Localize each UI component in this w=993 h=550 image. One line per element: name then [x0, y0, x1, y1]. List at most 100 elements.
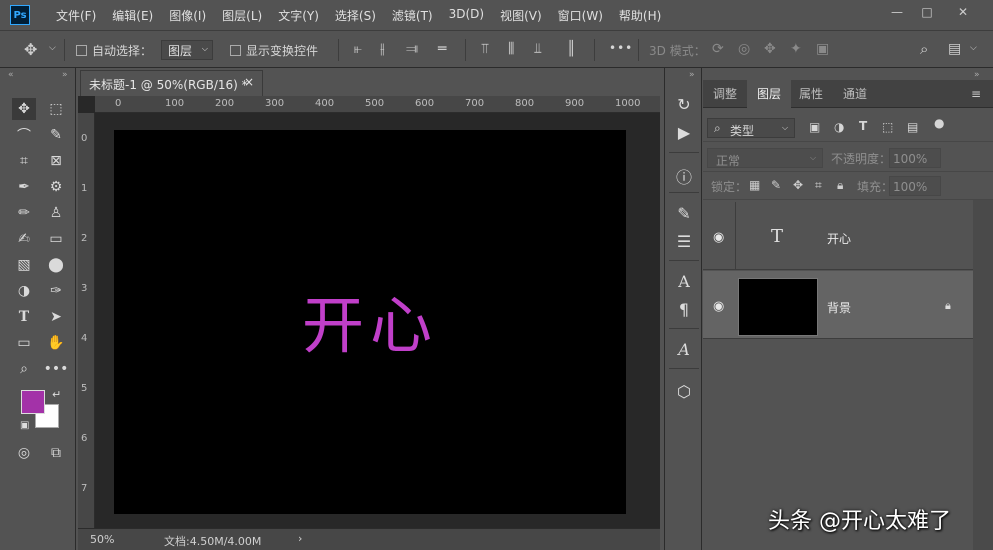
align-right-icon[interactable]: ⫥: [406, 42, 418, 56]
path-select-tool-icon[interactable]: ➤: [44, 306, 68, 328]
expand-icon[interactable]: »: [974, 70, 980, 80]
tab-properties[interactable]: 属性: [789, 80, 833, 108]
adjust-sliders-icon[interactable]: ☰: [665, 232, 703, 251]
menu-view[interactable]: 视图(V): [492, 7, 550, 24]
layer-name[interactable]: 背景: [827, 299, 851, 316]
distribute-vertical-icon[interactable]: ║: [567, 42, 575, 56]
menu-layer[interactable]: 图层(L): [214, 7, 270, 24]
align-left-icon[interactable]: ⫦: [354, 42, 362, 56]
visibility-eye-icon[interactable]: ◉: [713, 299, 724, 314]
paragraph-icon[interactable]: ¶: [665, 300, 703, 319]
move-tool-icon[interactable]: ✥: [24, 42, 37, 58]
menu-window[interactable]: 窗口(W): [550, 7, 611, 24]
lasso-tool-icon[interactable]: ⌒: [12, 124, 36, 146]
lock-all-icon[interactable]: 🔒︎: [837, 178, 843, 193]
tab-layers[interactable]: 图层: [747, 80, 792, 108]
info-icon[interactable]: ⓘ: [665, 164, 703, 188]
menu-3d[interactable]: 3D(D): [441, 7, 492, 24]
zoom-level[interactable]: 50%: [90, 533, 114, 546]
swap-colors-icon[interactable]: ↵: [52, 388, 61, 401]
lock-position-icon[interactable]: ✥: [793, 178, 803, 192]
collapse-icon[interactable]: »: [62, 70, 68, 80]
shape-filter-icon[interactable]: ⬚: [882, 120, 893, 134]
lock-transparent-icon[interactable]: ▦: [749, 178, 760, 192]
more-tools-icon[interactable]: •••: [44, 358, 69, 380]
3d-material-tool-icon[interactable]: ⚙: [44, 176, 68, 198]
fill-input[interactable]: 100%: [889, 176, 941, 196]
close-document-icon[interactable]: ×: [244, 75, 254, 89]
align-hcenter-icon[interactable]: ⫲: [380, 42, 385, 56]
search-icon[interactable]: ⌕: [920, 42, 928, 57]
expand-icon[interactable]: »: [689, 70, 695, 80]
menu-help[interactable]: 帮助(H): [611, 7, 669, 24]
canvas-text-layer[interactable]: 开心: [114, 275, 626, 365]
canvas[interactable]: 开心: [114, 130, 626, 514]
pen-tool-icon[interactable]: ✑: [44, 280, 68, 302]
auto-select-checkbox[interactable]: 自动选择：: [76, 42, 152, 59]
pixel-filter-icon[interactable]: ▣: [809, 120, 820, 134]
eyedropper-tool-icon[interactable]: ✒: [12, 176, 36, 198]
glyphs-icon[interactable]: A: [665, 340, 703, 359]
horizontal-ruler[interactable]: 0 100 200 300 400 500 600 700 800 900 10…: [95, 96, 660, 113]
screen-mode-icon[interactable]: ⧉: [44, 442, 68, 464]
rectangle-tool-icon[interactable]: ▭: [12, 332, 36, 354]
minimize-button[interactable]: —: [884, 2, 910, 22]
menu-image[interactable]: 图像(I): [161, 7, 214, 24]
gradient-tool-icon[interactable]: ▧: [12, 254, 36, 276]
visibility-eye-icon[interactable]: ◉: [713, 230, 724, 245]
menu-edit[interactable]: 编辑(E): [104, 7, 161, 24]
auto-select-target-dropdown[interactable]: 图层 ⌵: [161, 40, 213, 60]
3d-pan-icon[interactable]: ✥: [764, 42, 776, 56]
history-icon[interactable]: ↻: [665, 95, 703, 114]
zoom-tool-icon[interactable]: ⌕: [12, 358, 36, 380]
smart-object-filter-icon[interactable]: ▤: [907, 120, 918, 134]
chevron-down-icon[interactable]: ⌵: [970, 44, 977, 53]
3d-orbit-icon[interactable]: ⟳: [712, 42, 724, 56]
frame-tool-icon[interactable]: ⊠: [44, 150, 68, 172]
vertical-ruler[interactable]: 0 1 2 3 4 5 6 7: [78, 113, 95, 528]
panel-scrollbar[interactable]: [973, 200, 993, 550]
tab-adjustments[interactable]: 调整: [703, 80, 747, 108]
marquee-tool-icon[interactable]: ⬚: [44, 98, 68, 120]
layer-row-text[interactable]: ◉ T 开心: [703, 202, 973, 270]
quick-select-tool-icon[interactable]: ✎: [44, 124, 68, 146]
brush-settings-icon[interactable]: ✎: [665, 204, 703, 223]
layer-name[interactable]: 开心: [827, 230, 851, 247]
type-filter-icon[interactable]: T: [859, 119, 867, 133]
adjustment-filter-icon[interactable]: ◑: [834, 120, 844, 134]
align-vcenter-icon[interactable]: ⫼: [508, 42, 514, 56]
more-options-button[interactable]: •••: [609, 41, 633, 55]
quick-mask-icon[interactable]: ◎: [12, 442, 36, 464]
layer-row-background[interactable]: ◉ 背景 🔒︎: [703, 271, 973, 339]
character-icon[interactable]: A: [665, 272, 703, 291]
default-colors-icon[interactable]: ▣: [20, 420, 29, 431]
menu-type[interactable]: 文字(Y): [270, 7, 327, 24]
foreground-color-swatch[interactable]: [21, 390, 45, 414]
show-transform-checkbox[interactable]: 显示变换控件: [230, 42, 318, 59]
move-tool-icon[interactable]: ✥: [12, 98, 36, 120]
document-tab[interactable]: 未标题-1 @ 50%(RGB/16) * ×: [80, 70, 263, 96]
blend-mode-dropdown[interactable]: 正常 ⌵: [707, 148, 823, 168]
3d-cube-icon[interactable]: ⬡: [665, 382, 703, 401]
distribute-horizontal-icon[interactable]: ═: [438, 42, 446, 56]
3d-camera-icon[interactable]: ▣: [816, 42, 829, 56]
3d-slide-icon[interactable]: ✦: [790, 42, 802, 56]
lock-artboard-icon[interactable]: ⌗: [815, 178, 822, 193]
menu-filter[interactable]: 滤镜(T): [384, 7, 441, 24]
3d-roll-icon[interactable]: ◎: [738, 42, 750, 56]
menu-file[interactable]: 文件(F): [48, 7, 104, 24]
brush-tool-icon[interactable]: ✏: [12, 202, 36, 224]
opacity-input[interactable]: 100%: [889, 148, 941, 168]
collapse-icon[interactable]: «: [8, 70, 14, 80]
crop-tool-icon[interactable]: ⌗: [12, 150, 36, 172]
menu-select[interactable]: 选择(S): [327, 7, 384, 24]
close-button[interactable]: ✕: [950, 2, 976, 22]
hand-tool-icon[interactable]: ✋: [44, 332, 68, 354]
actions-play-icon[interactable]: ▶: [665, 123, 703, 142]
chevron-down-icon[interactable]: ⌵: [49, 44, 56, 53]
blur-tool-icon[interactable]: ⬤: [44, 254, 68, 276]
dodge-tool-icon[interactable]: ◑: [12, 280, 36, 302]
align-bottom-icon[interactable]: ⫫: [534, 42, 542, 56]
filter-toggle-icon[interactable]: ●: [934, 116, 944, 130]
status-menu-arrow[interactable]: ›: [298, 532, 302, 545]
